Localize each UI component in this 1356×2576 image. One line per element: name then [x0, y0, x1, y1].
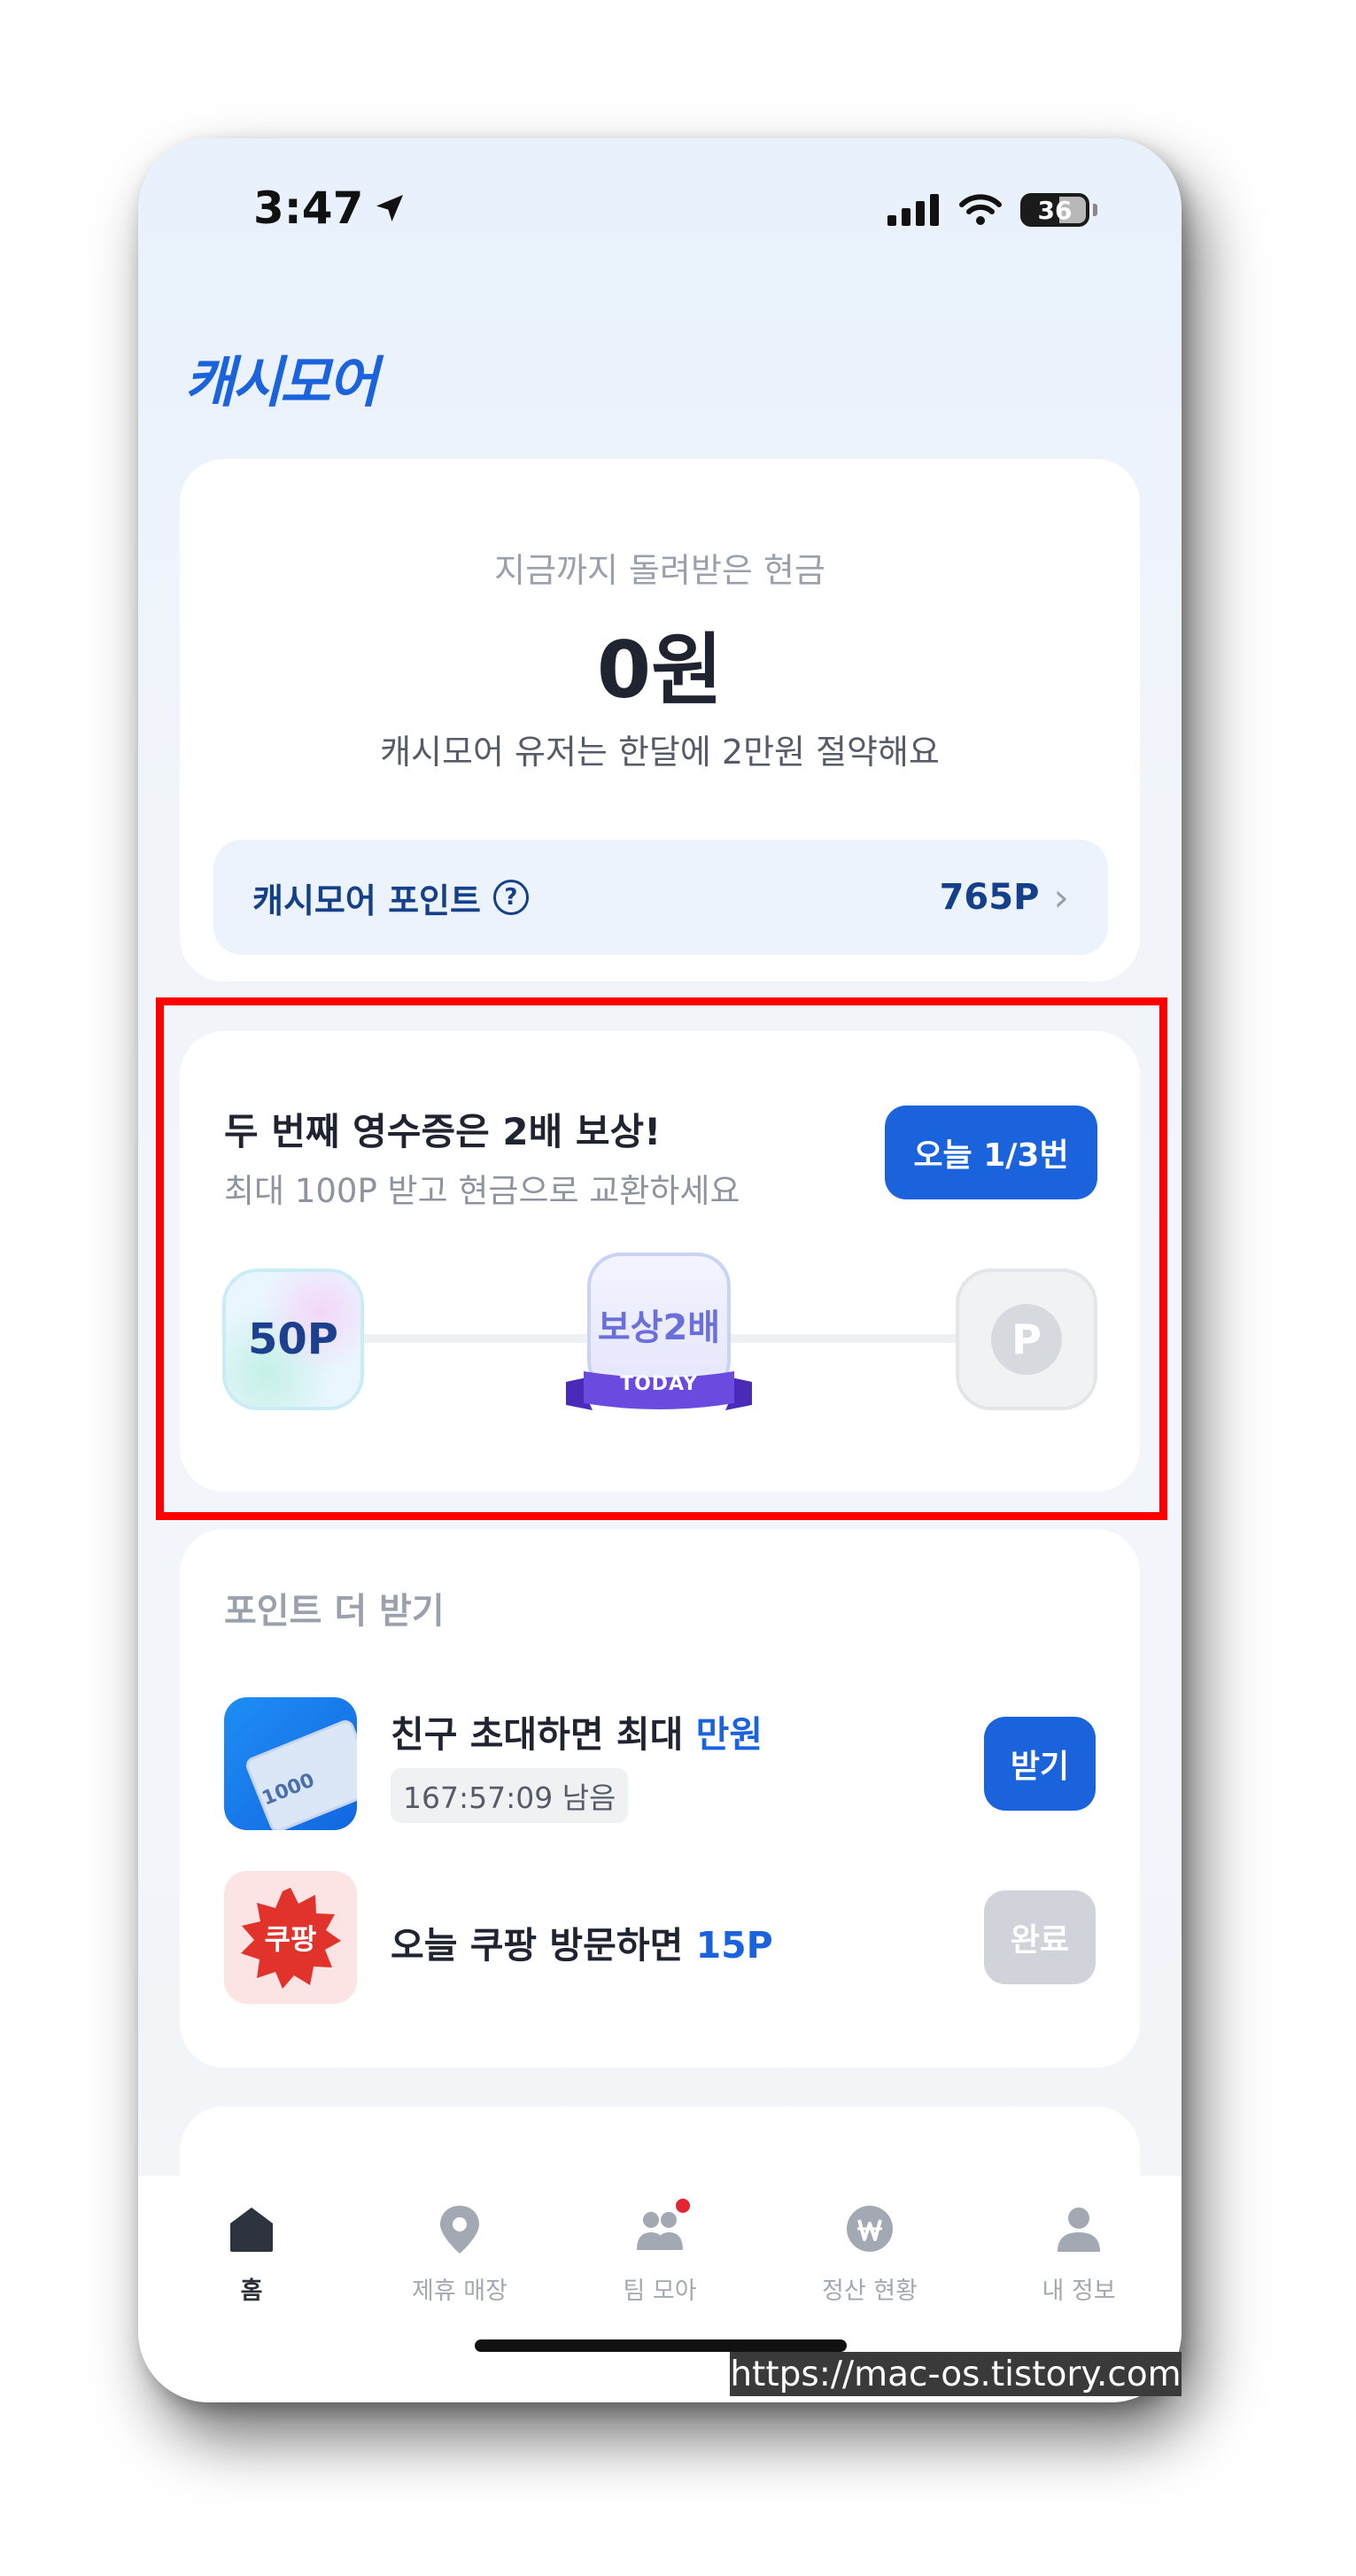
invite-timer: 167:57:09 남음 [391, 1768, 629, 1823]
cashback-amount: 0원 [596, 625, 724, 716]
cashback-summary-card: 지금까지 돌려받은 현금 0원 캐시모어 유저는 한달에 2만원 절약해요 캐시… [180, 459, 1140, 982]
battery-icon: 36 [1020, 193, 1089, 227]
tab-settlement[interactable]: 정산 현황 [781, 2202, 958, 2306]
highlight-box [156, 997, 1167, 1520]
home-indicator[interactable] [475, 2339, 847, 2352]
invite-friend-title: 친구 초대하면 최대 만원 [391, 1713, 763, 1756]
tab-team[interactable]: 팀 모아 [571, 2199, 748, 2306]
won-coin-icon [847, 2206, 893, 2252]
coupang-visit-title: 오늘 쿠팡 방문하면 15P [391, 1924, 773, 1967]
cashback-description: 캐시모어 유저는 한달에 2만원 절약해요 [380, 733, 940, 772]
wifi-icon [959, 194, 1002, 225]
tab-home[interactable]: 홈 [163, 2202, 340, 2306]
points-label: 캐시모어 포인트 [252, 881, 481, 920]
watermark: https://mac-os.tistory.com [730, 2352, 1182, 2396]
tab-my-info[interactable]: 내 정보 [990, 2202, 1167, 2306]
points-row[interactable]: 캐시모어 포인트 ? 765P › [213, 840, 1108, 955]
notification-dot [676, 2199, 690, 2213]
battery-tip [1093, 204, 1097, 216]
question-icon[interactable]: ? [492, 880, 529, 915]
points-value: 765P [939, 877, 1040, 918]
status-time: 3:47 [253, 182, 407, 234]
complete-button[interactable]: 완료 [984, 1890, 1096, 1984]
invite-friend-task: 1000 친구 초대하면 최대 만원 167:57:09 남음 받기 [224, 1697, 1096, 1832]
location-arrow-icon [376, 195, 404, 221]
tab-partner-stores[interactable]: 제휴 매장 [371, 2202, 548, 2306]
map-pin-icon [440, 2206, 479, 2254]
more-points-title: 포인트 더 받기 [224, 1591, 445, 1632]
cellular-signal-icon [887, 194, 939, 226]
coupang-badge-icon: 쿠팡 [224, 1871, 357, 2004]
cashback-subtitle: 지금까지 돌려받은 현금 [494, 551, 825, 590]
more-points-card: 포인트 더 받기 1000 친구 초대하면 최대 만원 167:57:09 남음… [180, 1529, 1140, 2068]
coupang-visit-task: 쿠팡 오늘 쿠팡 방문하면 15P 완료 [224, 1871, 1096, 2006]
person-icon [1058, 2207, 1100, 2252]
receive-button[interactable]: 받기 [984, 1717, 1096, 1811]
status-icons: 36 [887, 193, 1097, 227]
chevron-right-icon: › [1053, 874, 1069, 920]
banknote-icon: 1000 [224, 1697, 357, 1830]
home-icon [230, 2207, 273, 2252]
brand-logo: 캐시모어 [184, 350, 378, 415]
